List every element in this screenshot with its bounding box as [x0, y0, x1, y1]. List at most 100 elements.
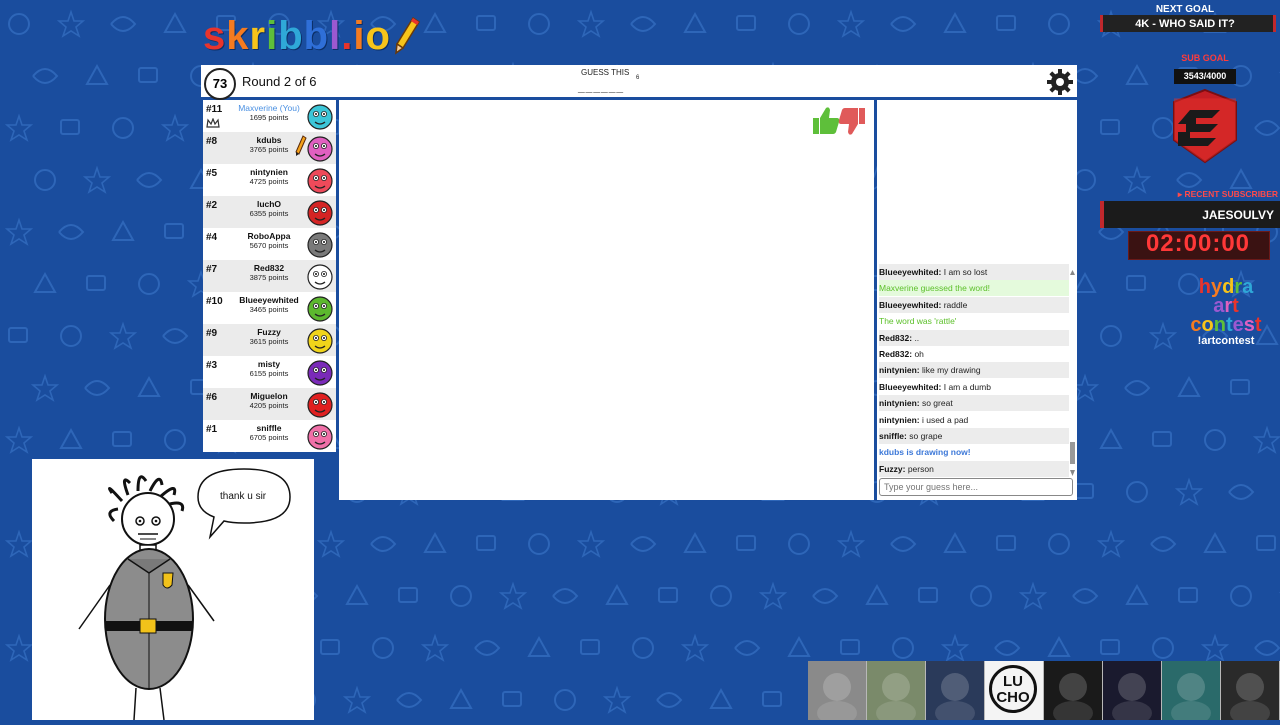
chat-message: Fuzzy: person [879, 460, 1069, 477]
chat-message: nintynien: so great [879, 395, 1069, 412]
recent-subscriber-name: JAESOULVY [1202, 208, 1274, 222]
player-avatar [307, 328, 333, 354]
player-avatar [307, 168, 333, 194]
chat-username: Fuzzy: [879, 463, 906, 474]
player-row[interactable]: #3 misty 6155 points [203, 356, 336, 388]
player-name: Red832 [253, 263, 285, 273]
player-avatar [307, 424, 333, 450]
thumbs-down-icon[interactable] [838, 108, 865, 135]
chat-message: nintynien: i used a pad [879, 412, 1069, 428]
timer-value: 73 [212, 76, 228, 91]
player-points: 6705 points [249, 433, 289, 442]
chat-username: sniffle: [879, 431, 907, 441]
chat-message: The word was 'rattle' [879, 316, 957, 327]
player-points: 6355 points [249, 209, 289, 218]
sub-goal-value: 3543/4000 [1183, 71, 1227, 81]
player-row[interactable]: #1 sniffle 6705 points [203, 420, 336, 452]
logo-letter: b [278, 14, 304, 58]
chat-username: nintynien: [879, 398, 920, 409]
pencil-icon [395, 16, 421, 55]
player-row[interactable]: #11 Maxverine (You) 1695 points [203, 100, 336, 132]
player-avatar [307, 136, 333, 162]
logo-letter: i [266, 14, 279, 58]
chat-message: sniffle: so grape [879, 428, 1069, 444]
chat-message: Red832: oh [879, 346, 1069, 362]
player-rank: #6 [206, 392, 218, 403]
player-points: 5670 points [249, 241, 289, 250]
chat-message: Maxverine guessed the word! [879, 280, 1069, 297]
player-name: Fuzzy [257, 327, 281, 337]
guess-input[interactable] [879, 478, 1073, 496]
chat-text: I am so lost [941, 267, 988, 277]
hydra-art-contest-logo: hydra art contest [1178, 277, 1274, 335]
player-points: 3875 points [249, 273, 289, 282]
chat-message: Red832: .. [879, 329, 1069, 346]
police-character-drawing [78, 468, 291, 721]
player-row[interactable]: #7 Red832 3875 points [203, 260, 336, 292]
logo-letter: k [226, 14, 250, 58]
player-row[interactable]: #5 nintynien 4725 points [203, 164, 336, 196]
thumbs-up-icon[interactable] [813, 107, 840, 134]
chat-message: kdubs is drawing now! [879, 447, 971, 458]
skribbl-logo: skribbl.io [203, 14, 421, 59]
player-points: 3615 points [249, 337, 289, 346]
player-rank: #8 [206, 136, 218, 147]
helmet-emote [867, 661, 925, 720]
round-timer: 73 [204, 68, 236, 100]
player-row[interactable]: #2 luchO 6355 points [203, 196, 336, 228]
chat-text: so great [919, 398, 953, 409]
player-rank: #10 [206, 296, 223, 307]
chat-username: Red832: [879, 349, 913, 359]
logo-letter: o [365, 14, 391, 58]
cat-emote [808, 661, 866, 720]
guess-label: GUESS THIS [581, 68, 630, 77]
player-name: Maxverine (You) [238, 103, 300, 113]
chat-text: I am a dumb [941, 381, 991, 392]
chat-message: Blueeyewhited: I am so lost [879, 264, 1069, 280]
player-avatar [307, 360, 333, 386]
chat-text: raddle [941, 299, 968, 310]
chat-username: Red832: [879, 332, 913, 343]
logo-letter: . [341, 14, 354, 58]
logo-letter: i [353, 14, 366, 58]
player-row[interactable]: #10 Blueeyewhited 3465 points [203, 292, 336, 324]
player-avatar [307, 264, 333, 290]
player-row[interactable]: #4 RoboAppa 5670 points [203, 228, 336, 260]
chat-panel: Blueeyewhited: I am so lost Maxverine gue… [877, 100, 1077, 500]
player-avatar [307, 200, 333, 226]
chat-text: .. [912, 332, 920, 343]
recent-subscriber-label: ▸ RECENT SUBSCRIBER [1177, 189, 1278, 199]
logo-letter: r [249, 14, 267, 58]
player-points: 4725 points [249, 177, 289, 186]
chat-message: Blueeyewhited: I am a dumb [879, 379, 1069, 395]
player-name: nintynien [250, 167, 288, 177]
webcam-drawing: thank u sir [32, 459, 314, 721]
player-name: sniffle [256, 423, 282, 433]
player-rank: #4 [206, 232, 218, 243]
chat-text: i used a pad [919, 414, 969, 425]
player-row[interactable]: #9 Fuzzy 3615 points [203, 324, 336, 356]
chat-text: like my drawing [919, 365, 981, 376]
player-row[interactable]: #6 Miguelon 4205 points [203, 388, 336, 420]
player-name: RoboAppa [247, 231, 291, 241]
next-goal-value: 4K - WHO SAID IT? [1135, 18, 1235, 30]
settings-gear-icon[interactable] [1046, 68, 1074, 96]
player-points: 4205 points [249, 401, 289, 410]
player-name: Blueeyewhited [239, 295, 299, 305]
rating-buttons [813, 107, 865, 135]
player-name: Miguelon [250, 391, 288, 401]
round-indicator: Round 2 of 6 [242, 74, 317, 89]
player-points: 3465 points [249, 305, 289, 314]
chat-scrollbar[interactable] [1070, 270, 1075, 476]
player-avatar [307, 296, 333, 322]
chat-message: nintynien: like my drawing [879, 362, 1069, 379]
chat-text: person [905, 463, 934, 474]
player-row[interactable]: #8 kdubs 3765 points [203, 132, 336, 164]
drawing-canvas[interactable] [339, 100, 874, 500]
logo-letter: l [329, 14, 342, 58]
player-rank: #1 [206, 424, 218, 435]
emote-strip: LU CHO [808, 661, 1280, 720]
player-rank: #9 [206, 328, 218, 339]
dragon-emote [1162, 661, 1220, 720]
pattern-emote [1044, 661, 1102, 720]
